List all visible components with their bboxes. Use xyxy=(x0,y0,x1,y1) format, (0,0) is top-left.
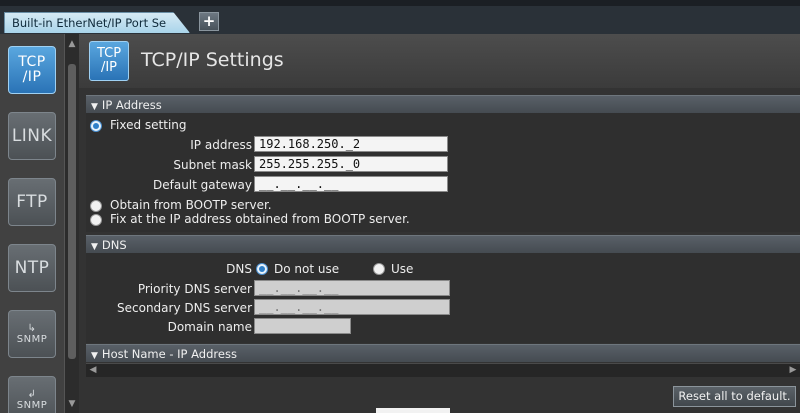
default-gateway-label: Default gateway xyxy=(153,178,252,192)
ip-address-label: IP address xyxy=(190,138,252,152)
collapse-icon: ▼ xyxy=(91,242,98,252)
sidebar-scrollbar[interactable]: ▲ ▼ xyxy=(64,34,79,413)
host-name-section-header[interactable]: ▼ Host Name - IP Address xyxy=(86,344,800,362)
tcpip-icon: TCP/IP xyxy=(18,54,46,85)
obtain-bootp-label: Obtain from BOOTP server. xyxy=(110,198,272,212)
dns-do-not-use-label: Do not use xyxy=(274,262,340,276)
dns-do-not-use-radio[interactable] xyxy=(256,263,268,275)
scroll-down-icon[interactable]: ▼ xyxy=(65,398,79,411)
fixed-setting-label: Fixed setting xyxy=(110,118,187,132)
sidebar-item-link[interactable]: LINK xyxy=(8,112,56,160)
bottom-tab[interactable] xyxy=(376,408,450,413)
scroll-left-icon[interactable]: ◀ xyxy=(86,364,100,377)
settings-sidebar: TCP/IP LINK FTP NTP ↳ SNMP ↲ SNMP xyxy=(0,34,64,413)
ntp-icon: NTP xyxy=(14,258,50,278)
reset-all-button[interactable]: Reset all to default. xyxy=(673,386,796,407)
scroll-right-icon[interactable]: ▶ xyxy=(786,364,800,377)
top-bar xyxy=(0,0,800,6)
ip-address-section-header[interactable]: ▼ IP Address xyxy=(86,95,800,113)
tab-ethernet-port[interactable]: Built-in EtherNet/IP Port Se xyxy=(4,12,190,33)
page-header: TCP/IP TCP/IP Settings xyxy=(79,34,800,88)
sidebar-item-tcpip[interactable]: TCP/IP xyxy=(8,46,56,94)
priority-dns-field[interactable]: __.__.__.__ xyxy=(254,280,450,296)
dns-section-header[interactable]: ▼ DNS xyxy=(86,235,800,253)
secondary-dns-label: Secondary DNS server xyxy=(117,301,252,315)
fix-bootp-label: Fix at the IP address obtained from BOOT… xyxy=(110,212,410,226)
fix-bootp-radio[interactable] xyxy=(90,214,102,226)
ip-address-panel: Fixed setting IP address 192.168.250._2 … xyxy=(86,113,800,232)
add-tab-button[interactable]: + xyxy=(199,12,219,31)
dns-use-label: Use xyxy=(391,262,414,276)
dns-use-radio[interactable] xyxy=(373,263,385,275)
fixed-setting-radio[interactable] xyxy=(90,120,102,132)
obtain-bootp-radio[interactable] xyxy=(90,200,102,212)
dns-panel: DNS Do not use Use Priority DNS server _… xyxy=(86,253,800,343)
priority-dns-label: Priority DNS server xyxy=(137,282,252,296)
scrollbar-thumb[interactable] xyxy=(68,64,76,359)
collapse-icon: ▼ xyxy=(91,102,98,112)
collapse-icon: ▼ xyxy=(91,351,98,361)
subnet-mask-field[interactable]: 255.255.255._0 xyxy=(254,156,448,172)
tcpip-icon: TCP/IP xyxy=(89,41,129,81)
default-gateway-field[interactable]: __.__.__.__ xyxy=(254,176,448,192)
secondary-dns-field[interactable]: __.__.__.__ xyxy=(254,299,450,315)
ftp-icon: FTP xyxy=(16,192,48,212)
tab-strip: Built-in EtherNet/IP Port Se + xyxy=(0,0,800,34)
sidebar-item-ftp[interactable]: FTP xyxy=(8,178,56,226)
scroll-up-icon[interactable]: ▲ xyxy=(65,38,79,51)
main-panel: TCP/IP TCP/IP Settings ▼ IP Address Fixed… xyxy=(79,34,800,413)
sidebar-item-ntp[interactable]: NTP xyxy=(8,244,56,292)
sidebar-item-snmp-trap[interactable]: ↲ SNMP xyxy=(8,376,56,413)
page-title: TCP/IP Settings xyxy=(141,49,284,71)
sidebar-item-snmp[interactable]: ↳ SNMP xyxy=(8,310,56,358)
domain-name-field[interactable] xyxy=(254,318,351,334)
snmp-icon: ↳ SNMP xyxy=(16,323,48,345)
subnet-mask-label: Subnet mask xyxy=(173,158,252,172)
snmp-trap-icon: ↲ SNMP xyxy=(16,389,48,411)
horizontal-scrollbar[interactable]: ◀ ▶ xyxy=(86,363,800,377)
link-icon: LINK xyxy=(11,126,53,146)
domain-name-label: Domain name xyxy=(167,320,252,334)
dns-label: DNS xyxy=(226,262,252,276)
ip-address-field[interactable]: 192.168.250._2 xyxy=(254,136,448,152)
